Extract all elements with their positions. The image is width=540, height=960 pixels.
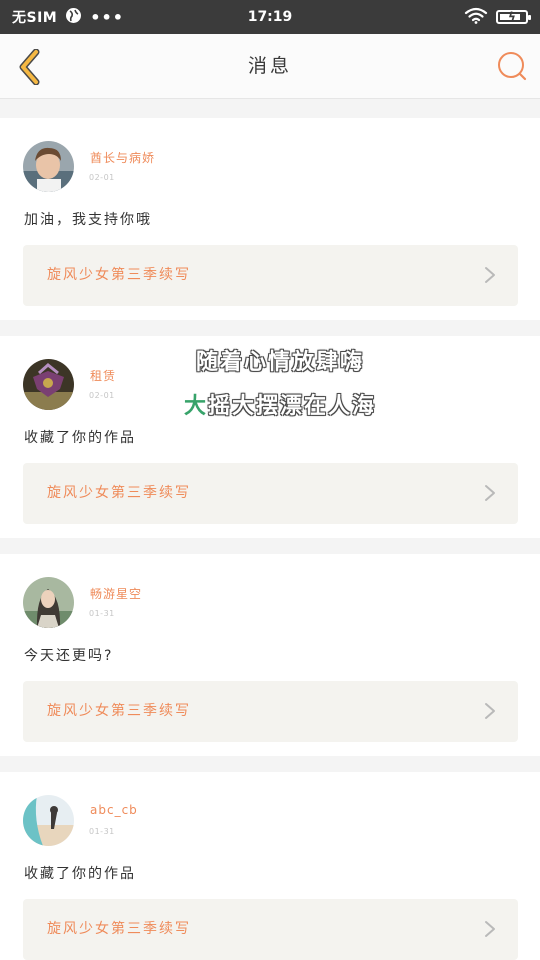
username[interactable]: abc_cb bbox=[90, 803, 138, 817]
message-card: 租赁 02-01 收藏了你的作品 旋风少女第三季续写 bbox=[0, 336, 540, 538]
status-right: ϟ bbox=[464, 0, 531, 34]
status-bar: 无SIM ••• 17:19 ϟ bbox=[0, 0, 540, 34]
message-text: 收藏了你的作品 bbox=[24, 866, 136, 882]
chevron-right-icon bbox=[485, 485, 495, 501]
messages-screen: 无SIM ••• 17:19 ϟ 消息 酋长与病娇 02-01 加油，我支持你哦… bbox=[0, 0, 540, 960]
work-title: 旋风少女第三季续写 bbox=[47, 921, 191, 937]
charging-bolt-icon: ϟ bbox=[508, 10, 516, 24]
work-link[interactable]: 旋风少女第三季续写 bbox=[23, 899, 518, 960]
battery-charging-icon: ϟ bbox=[496, 10, 531, 24]
message-date: 01-31 bbox=[89, 609, 115, 618]
app-header: 消息 bbox=[0, 34, 540, 99]
chevron-right-icon bbox=[485, 921, 495, 937]
message-text: 加油，我支持你哦 bbox=[24, 212, 152, 228]
work-link[interactable]: 旋风少女第三季续写 bbox=[23, 681, 518, 742]
chevron-right-icon bbox=[485, 703, 495, 719]
username[interactable]: 酋长与病娇 bbox=[90, 149, 155, 166]
work-link[interactable]: 旋风少女第三季续写 bbox=[23, 245, 518, 306]
work-title: 旋风少女第三季续写 bbox=[47, 485, 191, 501]
avatar[interactable] bbox=[23, 141, 74, 192]
avatar[interactable] bbox=[23, 359, 74, 410]
message-date: 02-01 bbox=[89, 391, 115, 400]
avatar[interactable] bbox=[23, 577, 74, 628]
wifi-icon bbox=[464, 6, 488, 28]
avatar[interactable] bbox=[23, 795, 74, 846]
search-button[interactable] bbox=[496, 50, 528, 82]
page-title: 消息 bbox=[247, 55, 292, 77]
status-time: 17:19 bbox=[247, 9, 293, 25]
message-card: 畅游星空 01-31 今天还更吗? 旋风少女第三季续写 bbox=[0, 554, 540, 756]
chevron-right-icon bbox=[485, 267, 495, 283]
message-card: abc_cb 01-31 收藏了你的作品 旋风少女第三季续写 bbox=[0, 772, 540, 960]
search-icon bbox=[498, 52, 527, 81]
work-title: 旋风少女第三季续写 bbox=[47, 703, 191, 719]
work-link[interactable]: 旋风少女第三季续写 bbox=[23, 463, 518, 524]
message-date: 01-31 bbox=[89, 827, 115, 836]
message-card: 酋长与病娇 02-01 加油，我支持你哦 旋风少女第三季续写 bbox=[0, 118, 540, 320]
message-text: 今天还更吗? bbox=[24, 648, 114, 664]
message-list: 酋长与病娇 02-01 加油，我支持你哦 旋风少女第三季续写 租赁 02-01 … bbox=[0, 118, 540, 960]
message-date: 02-01 bbox=[89, 173, 115, 182]
message-text: 收藏了你的作品 bbox=[24, 430, 136, 446]
username[interactable]: 畅游星空 bbox=[90, 585, 142, 602]
username[interactable]: 租赁 bbox=[90, 367, 116, 384]
work-title: 旋风少女第三季续写 bbox=[47, 267, 191, 283]
